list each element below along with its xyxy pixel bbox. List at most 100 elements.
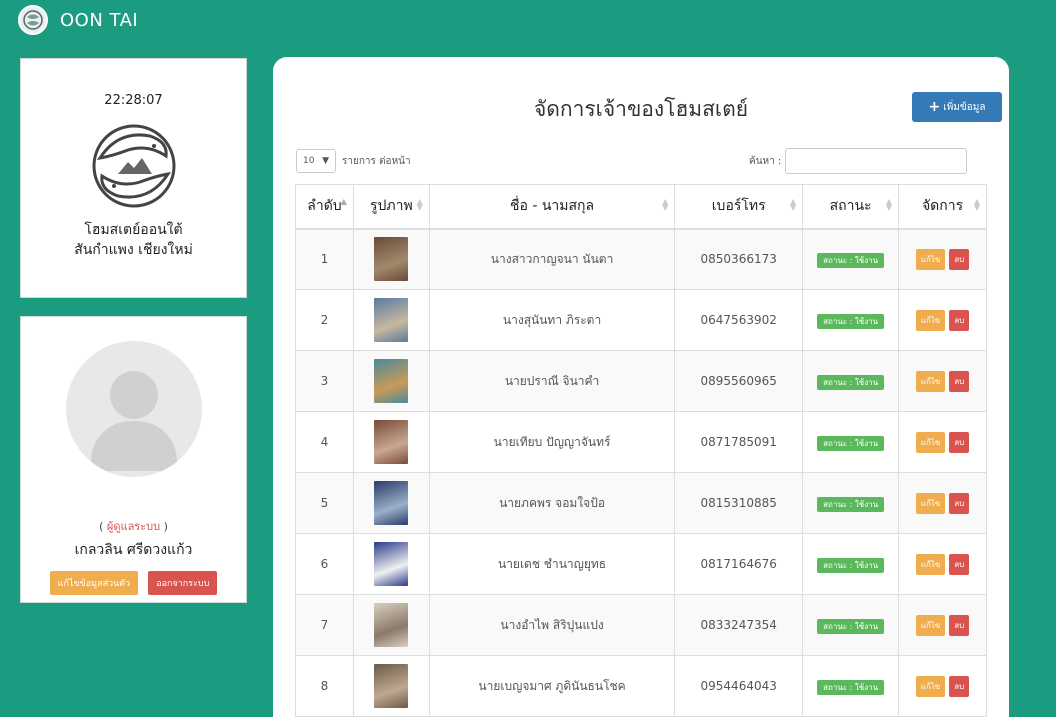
row-name: นายเทียบ ปัญญาจันทร์ [428,411,676,473]
row-no: 5 [295,472,354,534]
edit-button[interactable]: แก้ไข [915,614,946,636]
edit-button[interactable]: แก้ไข [915,309,946,331]
status-badge[interactable]: สถานะ : ใช้งาน [817,435,885,451]
row-photo-cell [352,533,430,595]
table-row: 8 นายเบญจมาศ ภูดินันธนโชค 0954464043 สถานะ … [295,655,987,717]
status-badge[interactable]: สถานะ : ใช้งาน [817,313,885,329]
status-badge[interactable]: สถานะ : ใช้งาน [817,618,885,634]
row-phone: 0954464043 [674,655,804,717]
role-open-paren: ( [99,520,104,533]
col-header-status[interactable]: สถานะ ▲ ▼ [802,184,900,230]
brand-card: 22:28:07 โฮมสเตย์ออนใต้ สันกำแพง เชียงให… [20,58,247,298]
col-header-photo[interactable]: รูปภาพ ▲ ▼ [352,184,430,230]
user-role: ( ผู้ดูแลระบบ ) [21,517,246,535]
owner-photo[interactable] [374,359,409,403]
table-row: 2 นางสุนันทา ภิระตา 0647563902 สถานะ : ใช้ง… [295,289,987,351]
page-length-value: 10 [303,156,315,166]
row-name: นายภคพร จอมใจป้อ [428,472,676,534]
col-header-actions[interactable]: จัดการ ▲ ▼ [898,184,987,230]
status-badge[interactable]: สถานะ : ใช้งาน [817,374,885,390]
row-phone: 0895560965 [674,350,804,412]
row-phone: 0833247354 [674,594,804,656]
page-length-control: 10 ▼ รายการ ต่อหน้า [296,149,411,173]
owner-photo[interactable] [374,542,409,586]
row-actions-cell: แก้ไข ลบ [898,411,987,473]
status-badge[interactable]: สถานะ : ใช้งาน [817,557,885,573]
row-status-cell: สถานะ : ใช้งาน [802,228,900,290]
row-phone: 0871785091 [674,411,804,473]
row-phone: 0647563902 [674,289,804,351]
brand-name-line2: สันกำแพง เชียงใหม่ [74,242,193,258]
row-name: นายเดช ชำนาญยุทธ [428,533,676,595]
delete-button[interactable]: ลบ [949,492,970,514]
row-actions-cell: แก้ไข ลบ [898,350,987,412]
delete-button[interactable]: ลบ [949,614,970,636]
owners-table: ลำดับ ▲ รูปภาพ ▲ ▼ ชื่อ - นามสกุล ▲ ▼ เบอร์โท… [295,184,987,717]
col-header-name[interactable]: ชื่อ - นามสกุล ▲ ▼ [428,184,676,230]
row-actions-cell: แก้ไข ลบ [898,533,987,595]
row-photo-cell [352,594,430,656]
row-no: 6 [295,533,354,595]
row-photo-cell [352,655,430,717]
table-row: 1 นางสาวกาญจนา นันตา 0850366173 สถานะ : ใช้… [295,228,987,290]
row-name: นายเบญจมาศ ภูดินันธนโชค [428,655,676,717]
owner-photo[interactable] [374,481,409,525]
delete-button[interactable]: ลบ [949,553,970,575]
row-name: นางสุนันทา ภิระตา [428,289,676,351]
edit-button[interactable]: แก้ไข [915,431,946,453]
add-button-label: เพิ่มข้อมูล [943,101,986,113]
plus-icon: + [928,99,941,115]
role-text: ผู้ดูแลระบบ [106,520,161,533]
row-actions-cell: แก้ไข ลบ [898,289,987,351]
user-card: ( ผู้ดูแลระบบ ) เกลวลิน ศรีดวงแก้ว แก้ไข… [20,316,247,603]
sort-icon: ▲ ▼ [973,197,980,212]
col-header-phone[interactable]: เบอร์โทร ▲ ▼ [674,184,804,230]
owner-photo[interactable] [374,420,409,464]
owner-photo[interactable] [374,664,409,708]
col-header-no[interactable]: ลำดับ ▲ [295,184,354,230]
row-photo-cell [352,228,430,290]
table-row: 4 นายเทียบ ปัญญาจันทร์ 0871785091 สถานะ : ใ… [295,411,987,473]
table-row: 7 นางอำไพ สิริปุนแปง 0833247354 สถานะ : ใช้… [295,594,987,656]
logout-button[interactable]: ออกจากระบบ [148,571,218,595]
table-row: 3 นายปราณี จินาคำ 0895560965 สถานะ : ใช้งาน… [295,350,987,412]
delete-button[interactable]: ลบ [949,431,970,453]
edit-button[interactable]: แก้ไข [915,492,946,514]
row-phone: 0817164676 [674,533,804,595]
owner-photo[interactable] [374,237,409,282]
row-actions-cell: แก้ไข ลบ [898,228,987,290]
search-input[interactable] [785,148,968,174]
delete-button[interactable]: ลบ [949,248,970,270]
top-navbar: OON TAI [0,0,1056,40]
owner-photo[interactable] [374,603,409,647]
status-badge[interactable]: สถานะ : ใช้งาน [817,496,885,512]
edit-profile-button[interactable]: แก้ไขข้อมูลส่วนตัว [49,571,139,595]
search-control: ค้นหา : [749,148,968,174]
edit-button[interactable]: แก้ไข [915,370,946,392]
row-phone: 0850366173 [674,228,804,290]
edit-button[interactable]: แก้ไข [915,248,946,270]
delete-button[interactable]: ลบ [949,675,970,697]
row-photo-cell [352,411,430,473]
edit-button[interactable]: แก้ไข [915,675,946,697]
row-no: 3 [295,350,354,412]
row-phone: 0815310885 [674,472,804,534]
user-name: เกลวลิน ศรีดวงแก้ว [74,542,193,558]
page-length-select[interactable]: 10 ▼ [296,149,336,173]
app-name[interactable]: OON TAI [60,10,138,31]
table-row: 5 นายภคพร จอมใจป้อ 0815310885 สถานะ : ใช้งา… [295,472,987,534]
main-panel: จัดการเจ้าของโฮมสเตย์ + เพิ่มข้อมูล 10 ▼… [273,57,1009,717]
delete-button[interactable]: ลบ [949,309,970,331]
edit-button[interactable]: แก้ไข [915,553,946,575]
row-status-cell: สถานะ : ใช้งาน [802,289,900,351]
owner-photo[interactable] [374,298,409,342]
sort-icon: ▲ ▼ [662,197,669,212]
row-no: 2 [295,289,354,351]
status-badge[interactable]: สถานะ : ใช้งาน [817,252,885,268]
role-close-paren: ) [163,520,168,533]
delete-button[interactable]: ลบ [949,370,970,392]
add-owner-button[interactable]: + เพิ่มข้อมูล [912,92,1002,122]
sort-icon: ▲ ▼ [416,197,423,212]
status-badge[interactable]: สถานะ : ใช้งาน [817,679,885,695]
app-logo-icon[interactable] [18,5,48,35]
